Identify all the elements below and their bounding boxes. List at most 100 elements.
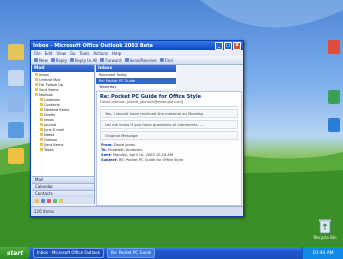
menu-tools[interactable]: Tools (80, 51, 90, 56)
folder-label: Contacts (44, 102, 60, 107)
taskbar-button-message[interactable]: Re: Pocket PC Guide (106, 248, 156, 258)
notes-icon[interactable] (59, 198, 63, 203)
status-bar: 226 Items (31, 206, 243, 216)
nav-button-calendar[interactable]: Calendar (32, 183, 94, 190)
folder-icon (40, 148, 43, 151)
header-key: Subject: (101, 158, 118, 162)
outlook-window[interactable]: Inbox - Microsoft Office Outlook 2003 Be… (30, 40, 244, 217)
nav-button-mail[interactable]: Mail (32, 176, 94, 183)
folder-icon (35, 78, 38, 81)
maximize-button[interactable]: □ (224, 41, 232, 50)
nav-pane-header: Mail (32, 65, 94, 72)
header-key: To: (101, 148, 107, 152)
header-value: RE: Pocket PC Guide for Office Style (118, 158, 184, 162)
folder-label: Sent Items (44, 142, 64, 147)
header-value: David Jones (113, 143, 135, 147)
folder-label: Mailbox (39, 92, 53, 97)
find-icon (159, 58, 164, 62)
list-group-header[interactable]: Yesterday (96, 84, 176, 90)
desktop-icon-right-3[interactable] (328, 118, 340, 132)
folder-label: Junk E-mail (44, 127, 65, 132)
folder-label: For Follow Up (39, 82, 64, 87)
nav-buttons: Mail Calendar Contacts (32, 176, 94, 204)
message-line: Original Message (100, 131, 238, 140)
original-message-header: From: David Jones To: Elizabeth Andersen… (101, 143, 237, 163)
desktop-icon-internet[interactable] (8, 122, 24, 138)
folder-label: Outbox (44, 137, 58, 142)
new-button[interactable]: New (34, 58, 48, 63)
menu-go[interactable]: Go (70, 51, 76, 56)
start-button[interactable]: start (0, 247, 30, 259)
desktop-icon-right-1[interactable] (328, 40, 340, 54)
folder-icon (40, 128, 43, 131)
new-mail-icon (34, 58, 38, 62)
menu-view[interactable]: View (56, 51, 66, 56)
menu-actions[interactable]: Actions (93, 51, 108, 56)
header-key: From: (101, 143, 113, 147)
folder-icon (35, 83, 38, 86)
header-value: Elizabeth Andersen (108, 148, 143, 152)
menu-file[interactable]: File (34, 51, 41, 56)
reply-button[interactable]: Reply (50, 58, 67, 63)
send-receive-label: Send/Receive (129, 57, 157, 63)
forward-icon (100, 58, 105, 62)
list-pane-header: Inbox (96, 65, 176, 72)
minimize-button[interactable]: _ (215, 41, 223, 50)
send-receive-icon (124, 58, 129, 62)
reply-icon (50, 58, 55, 62)
folder-label: Deleted Items (44, 107, 70, 112)
folder-icon (35, 88, 38, 91)
folder-label: Inbox (39, 72, 49, 77)
nav-button-contacts[interactable]: Contacts (32, 190, 94, 197)
folder-icon (40, 138, 43, 141)
find-button[interactable]: Find (159, 58, 173, 63)
calendar-icon[interactable] (41, 198, 45, 203)
taskbar-button-outlook[interactable]: Inbox - Microsoft Office Outlook (33, 248, 104, 258)
close-button[interactable]: x (233, 41, 241, 50)
header-divider (100, 106, 238, 107)
header-value: Monday, April 14, 2003 10:18 AM (112, 153, 173, 157)
folder-label: Tasks (44, 147, 54, 152)
mail-icon[interactable] (35, 198, 39, 203)
folder-label: Journal (44, 122, 57, 127)
desktop-icon-right-2[interactable] (328, 90, 340, 104)
contacts-icon[interactable] (47, 198, 51, 203)
window-title: Inbox - Microsoft Office Outlook 2003 Be… (33, 42, 153, 49)
folder-icon (35, 73, 38, 76)
menu-help[interactable]: Help (112, 51, 121, 56)
desktop-icon-outlook[interactable] (8, 148, 24, 164)
desktop-icon-my-documents[interactable] (8, 44, 24, 60)
message-subject: Re: Pocket PC Guide for Office Style (100, 94, 202, 100)
header-key: Sent: (101, 153, 112, 157)
reply-all-icon (69, 58, 74, 62)
reading-pane: Re: Pocket PC Guide for Office Style Dav… (96, 91, 242, 206)
forward-button[interactable]: Forward (100, 58, 122, 63)
desktop-icon-network[interactable] (8, 96, 24, 112)
recycle-bin-icon[interactable] (318, 218, 332, 234)
window-titlebar[interactable]: Inbox - Microsoft Office Outlook 2003 Be… (31, 41, 243, 50)
folder-icon (40, 143, 43, 146)
message-line: Yes, I should have received the material… (100, 109, 238, 118)
system-tray-clock[interactable]: 10:44 AM (302, 247, 343, 259)
message-from: David Johnson [david_johnson@example.com… (100, 100, 184, 104)
folder-label: Notes (44, 132, 55, 137)
taskbar: start Inbox - Microsoft Office Outlook R… (0, 247, 343, 259)
folder-label: Inbox (44, 117, 54, 122)
header-row: Subject: RE: Pocket PC Guide for Office … (101, 158, 237, 163)
folder-icon (40, 113, 43, 116)
new-label: New (39, 57, 48, 63)
folder-label: Unread Mail (39, 77, 61, 82)
menu-edit[interactable]: Edit (45, 51, 53, 56)
folder-icon (40, 103, 43, 106)
folder-icon (40, 123, 43, 126)
folder-label: Sent Items (39, 87, 59, 92)
folder-item[interactable]: Tasks (32, 147, 94, 152)
desktop-icon-my-computer[interactable] (8, 70, 24, 86)
tasks-icon[interactable] (53, 198, 57, 203)
reply-all-button[interactable]: Reply to All (69, 58, 97, 63)
folder-label: Calendar (44, 97, 61, 102)
folder-icon (35, 93, 38, 96)
navigation-pane: Mail Inbox Unread Mail For Follow Up Sen… (32, 65, 95, 204)
send-receive-button[interactable]: Send/Receive (124, 57, 157, 63)
nav-icon-strip (32, 197, 94, 204)
